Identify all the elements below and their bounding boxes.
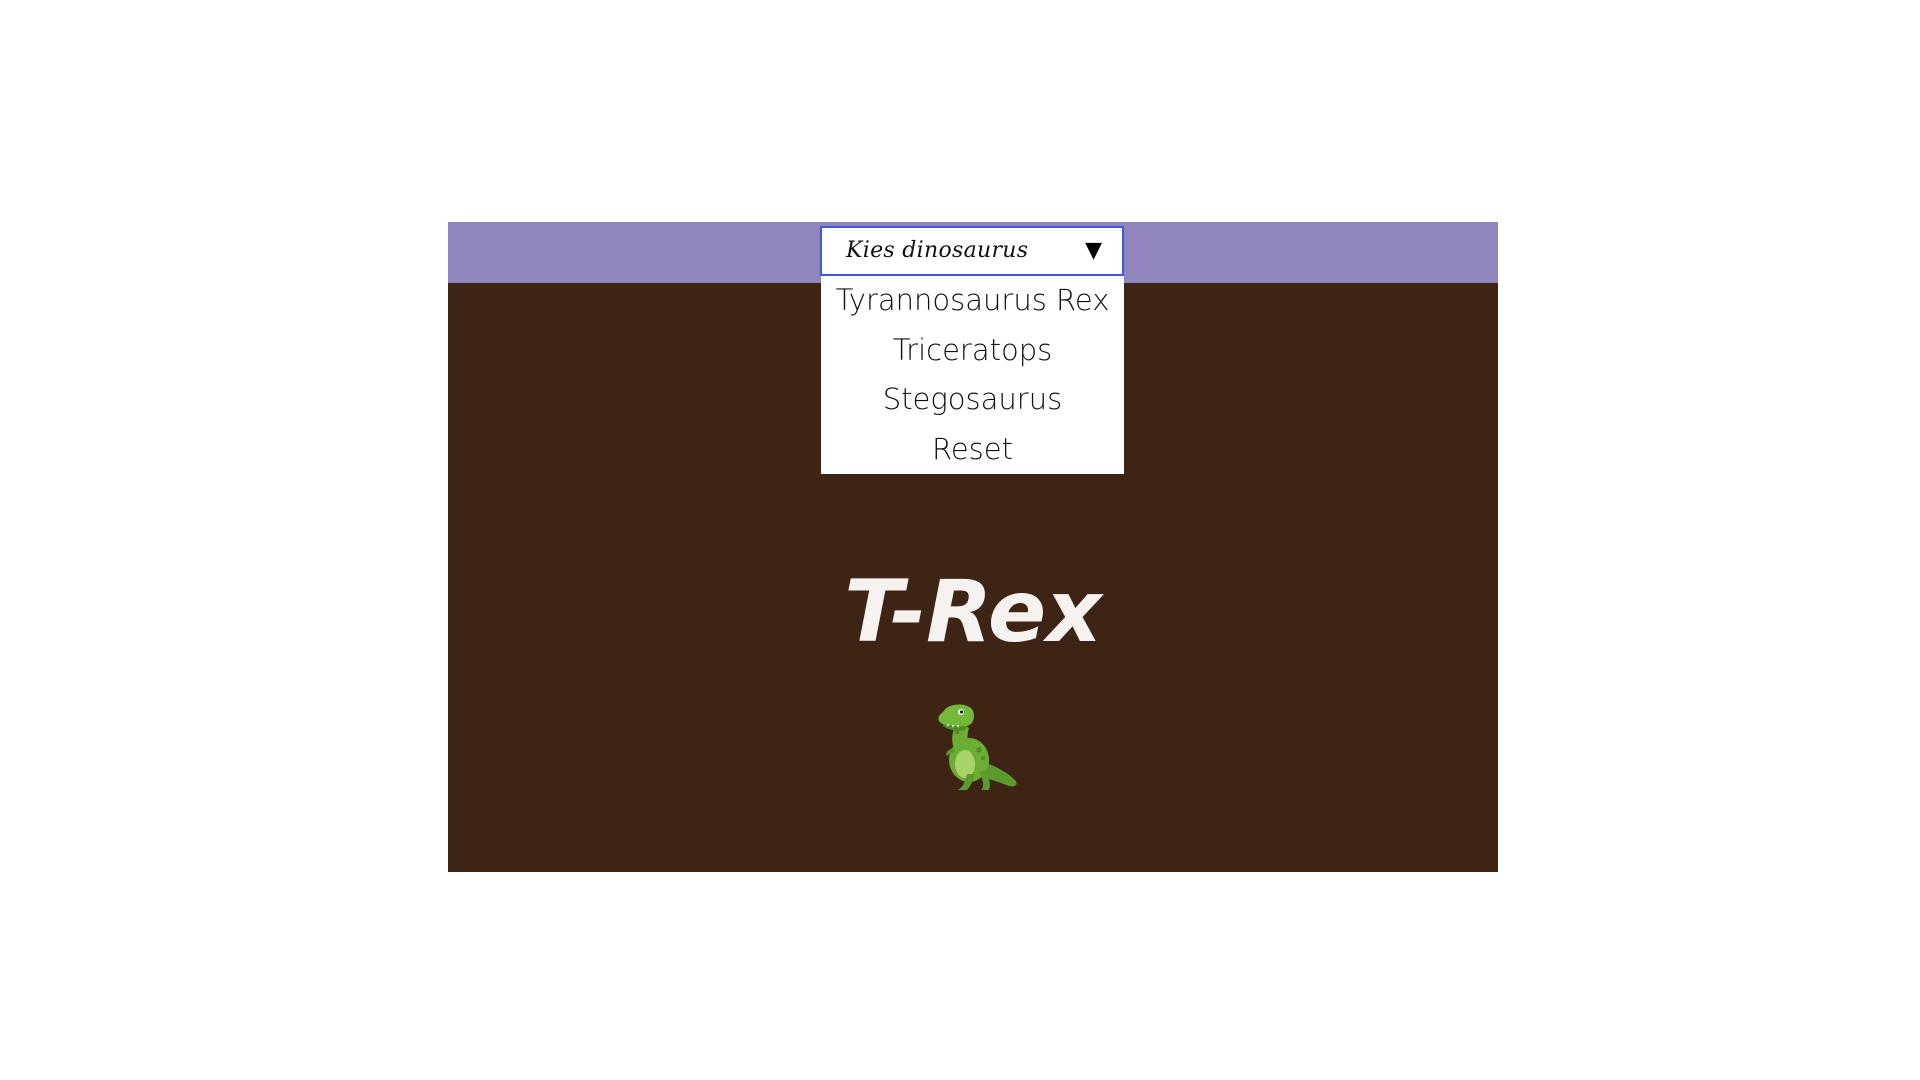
dinosaur-select-label: Kies dinosaurus: [846, 238, 1029, 263]
option-triceratops[interactable]: Triceratops: [821, 326, 1124, 376]
dinosaur-title: T-Rex: [844, 562, 1102, 662]
option-reset[interactable]: Reset: [821, 425, 1124, 475]
dinosaur-options-menu: Tyrannosaurus Rex Triceratops Stegosauru…: [821, 276, 1124, 474]
option-stegosaurus[interactable]: Stegosaurus: [821, 375, 1124, 425]
app-container: Kies dinosaurus ▼ Tyrannosaurus Rex Tric…: [448, 222, 1498, 872]
dropdown-arrow-icon[interactable]: ▼: [1085, 238, 1102, 263]
option-tyrannosaurus-rex[interactable]: Tyrannosaurus Rex: [821, 276, 1124, 326]
dinosaur-select[interactable]: Kies dinosaurus ▼: [820, 226, 1124, 276]
top-bar: Kies dinosaurus ▼: [448, 222, 1498, 283]
t-rex-icon: [923, 702, 1023, 794]
